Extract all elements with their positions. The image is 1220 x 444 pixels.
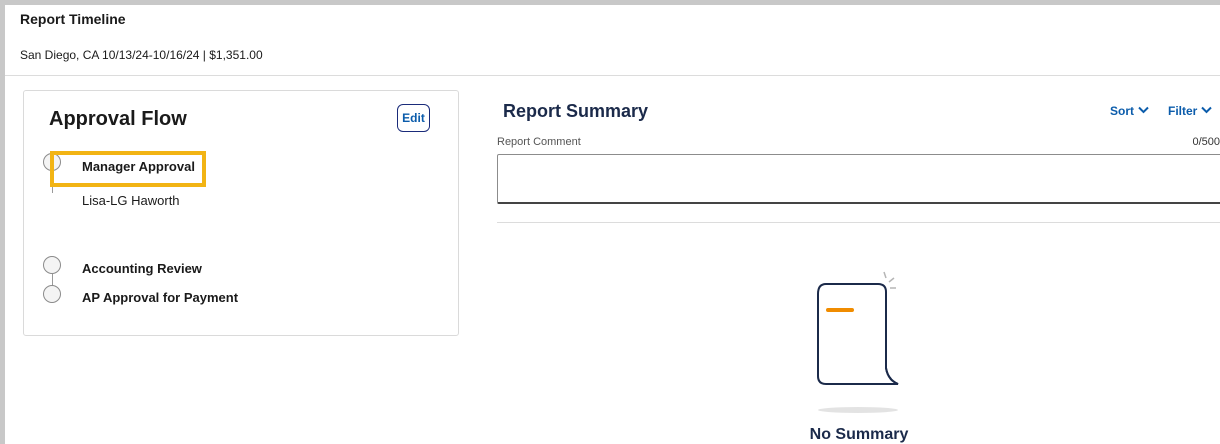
step-label-ap-approval: AP Approval for Payment: [82, 290, 239, 305]
step-status-circle: [43, 256, 61, 274]
report-comment-label: Report Comment: [497, 136, 581, 148]
header-divider: [5, 75, 1220, 76]
edit-button[interactable]: Edit: [397, 104, 430, 132]
window-frame-left: [0, 0, 5, 444]
step-highlight-box: [50, 151, 206, 187]
summary-divider: [497, 222, 1220, 223]
sort-button[interactable]: Sort: [1110, 104, 1149, 118]
document-empty-icon: [814, 268, 904, 418]
step-approver-name: Lisa-LG Haworth: [82, 193, 180, 208]
report-comment-textarea[interactable]: [497, 154, 1220, 204]
step-label-accounting-review: Accounting Review: [82, 261, 202, 276]
page-title: Report Timeline: [20, 11, 126, 27]
report-subtitle: San Diego, CA 10/13/24-10/16/24 | $1,351…: [20, 48, 263, 62]
sort-label: Sort: [1110, 104, 1134, 118]
empty-state-text: No Summary: [809, 426, 909, 443]
chevron-down-icon: [1138, 106, 1149, 117]
report-summary-title: Report Summary: [503, 101, 649, 121]
window-frame-top: [0, 0, 1220, 5]
filter-label: Filter: [1168, 104, 1198, 118]
approval-flow-title: Approval Flow: [49, 108, 187, 130]
filter-button[interactable]: Filter: [1168, 104, 1213, 118]
comment-char-count: 0/500: [1192, 136, 1220, 148]
step-status-circle: [43, 285, 61, 303]
chevron-down-icon: [1201, 106, 1213, 117]
approval-flow-card: Approval Flow Edit Manager Approval Lisa…: [23, 90, 459, 336]
